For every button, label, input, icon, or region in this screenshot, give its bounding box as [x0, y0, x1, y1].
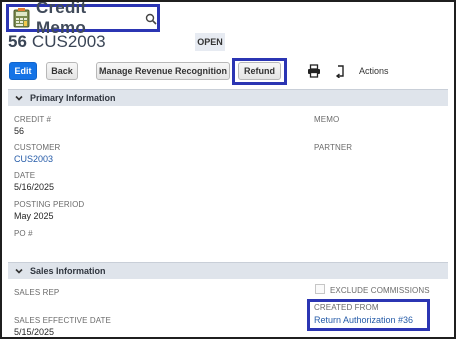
exclude-commissions-label: EXCLUDE COMMISSIONS: [330, 286, 430, 295]
back-button[interactable]: Back: [46, 62, 78, 80]
record-number: 56: [8, 32, 27, 51]
sales-effective-date-label: SALES EFFECTIVE DATE: [14, 316, 111, 325]
credit-label: CREDIT #: [14, 115, 52, 124]
customer-link[interactable]: CUS2003: [14, 154, 53, 164]
customer-label: CUSTOMER: [14, 143, 61, 152]
sales-information-header[interactable]: Sales Information: [8, 262, 448, 279]
date-value: 5/16/2025: [14, 182, 55, 192]
sales-rep-label: SALES REP: [14, 288, 60, 297]
chevron-down-icon: [14, 93, 24, 103]
section-title: Sales Information: [30, 266, 106, 276]
refund-button[interactable]: Refund: [238, 62, 281, 80]
actions-menu[interactable]: Actions: [359, 66, 389, 76]
primary-information-header[interactable]: Primary Information: [8, 89, 448, 106]
calculator-icon: [13, 8, 30, 28]
section-title: Primary Information: [30, 93, 116, 103]
sales-effective-date-value: 5/15/2025: [14, 327, 55, 337]
exclude-commissions-checkbox[interactable]: [315, 284, 325, 294]
posting-period-value: May 2025: [14, 211, 54, 221]
chevron-down-icon: [14, 266, 24, 276]
page-title-area: Credit Memo: [6, 2, 160, 37]
credit-value: 56: [14, 126, 25, 136]
record-header: 56 CUS2003: [8, 32, 106, 52]
created-from-link[interactable]: Return Authorization #36: [314, 315, 413, 325]
memo-label: MEMO: [314, 115, 340, 124]
credit-memo-window: Credit Memo 56 CUS2003 OPEN Edit Back Ma…: [0, 0, 456, 339]
printer-icon[interactable]: [307, 64, 321, 78]
posting-period-label: POSTING PERIOD: [14, 200, 85, 209]
manage-revenue-recognition-button[interactable]: Manage Revenue Recognition: [96, 62, 230, 80]
partner-label: PARTNER: [314, 143, 353, 152]
edit-button[interactable]: Edit: [9, 62, 37, 80]
refresh-icon[interactable]: [333, 64, 347, 79]
status-badge: OPEN: [195, 33, 225, 51]
po-label: PO #: [14, 229, 33, 238]
created-from-label: CREATED FROM: [314, 303, 379, 312]
date-label: DATE: [14, 171, 36, 180]
search-icon[interactable]: [145, 12, 157, 25]
record-customer: CUS2003: [31, 32, 106, 51]
